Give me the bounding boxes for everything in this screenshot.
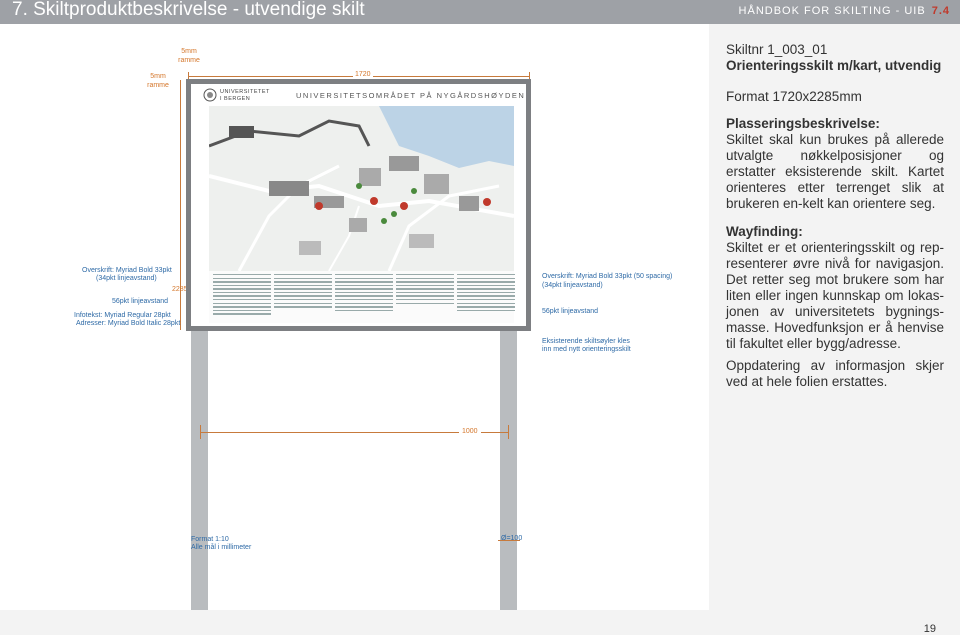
info-column-2 xyxy=(274,274,332,320)
info-line xyxy=(274,295,332,297)
info-column-5 xyxy=(457,274,515,320)
scale-units: Alle mål i millimeter xyxy=(191,544,252,551)
left-annotation-linespacing: 56pkt linjeavstand xyxy=(112,298,169,305)
info-column-4 xyxy=(396,274,454,320)
info-line xyxy=(335,284,393,287)
info-line xyxy=(335,295,393,297)
info-line xyxy=(396,299,454,301)
info-line xyxy=(457,288,515,290)
info-line xyxy=(457,295,515,297)
info-line xyxy=(213,306,271,308)
info-line xyxy=(213,309,271,312)
footer-bar xyxy=(0,610,960,635)
left-annotation-spacing: (34pkt linjeavstand) xyxy=(96,275,157,282)
right-annotation-spacing: (34pkt linjeavstand) xyxy=(542,282,603,289)
info-text-area xyxy=(209,271,515,323)
info-column-1 xyxy=(213,274,271,320)
sign-type: Orienteringsskilt m/kart, utvendig xyxy=(726,58,942,73)
info-line xyxy=(335,274,393,276)
campus-map-drawing xyxy=(208,106,515,272)
sign-face: UNIVERSITETET I BERGEN UNIVERSITETSOMRÅD… xyxy=(191,84,526,326)
info-line xyxy=(274,288,332,290)
logo-line-2: I BERGEN xyxy=(220,96,251,102)
info-line xyxy=(274,302,332,305)
info-line xyxy=(457,299,515,301)
info-line xyxy=(396,295,454,297)
info-line xyxy=(396,274,454,276)
info-line xyxy=(213,284,271,287)
info-line xyxy=(274,284,332,287)
info-line xyxy=(274,299,332,301)
info-line xyxy=(457,281,515,283)
sign-title: UNIVERSITETSOMRÅDET PÅ NYGÅRDSHØYDEN xyxy=(296,91,526,100)
info-line xyxy=(457,291,515,294)
section-number: 7.4 xyxy=(931,5,950,17)
right-annotation-heading: Overskrift: Myriad Bold 33pkt (50 spacin… xyxy=(542,273,673,280)
info-line xyxy=(396,288,454,290)
wayfinding-text: Skiltet er et orienteringsskilt og rep-r… xyxy=(726,240,944,351)
info-line xyxy=(335,281,393,283)
right-annotation-linespacing: 56pkt linjeavstand xyxy=(542,308,599,315)
leg-tick-right xyxy=(508,425,509,439)
width-label: 1720 xyxy=(353,70,373,79)
info-line xyxy=(274,306,332,308)
info-line xyxy=(213,302,271,305)
placement-text: Skiltet skal kun brukes på allerede utva… xyxy=(726,132,944,211)
info-line xyxy=(274,281,332,283)
right-annotation-posts-2: inn med nytt orienteringsskilt xyxy=(542,346,631,353)
placement-heading: Plasseringsbeskrivelse: xyxy=(726,116,880,131)
info-line xyxy=(396,281,454,283)
left-post xyxy=(191,331,208,610)
info-line xyxy=(213,281,271,283)
info-line xyxy=(335,302,393,305)
right-post xyxy=(500,331,517,610)
info-line xyxy=(396,277,454,279)
info-line xyxy=(213,291,271,294)
info-line xyxy=(335,291,393,294)
info-line xyxy=(274,291,332,294)
info-line xyxy=(457,306,515,308)
info-line xyxy=(335,277,393,279)
info-line xyxy=(213,313,271,315)
campus-map xyxy=(208,106,515,272)
wayfinding-heading: Wayfinding: xyxy=(726,224,803,239)
info-line xyxy=(335,306,393,308)
info-line xyxy=(457,284,515,287)
orientation-sign: UNIVERSITETET I BERGEN UNIVERSITETSOMRÅD… xyxy=(186,79,531,331)
info-column-3 xyxy=(335,274,393,320)
info-line xyxy=(274,274,332,276)
info-line xyxy=(213,274,271,276)
frame-annotation-top: 5mm ramme xyxy=(178,48,200,64)
info-line xyxy=(274,277,332,279)
info-line xyxy=(396,284,454,287)
post-diameter-label: Ø=100 xyxy=(501,535,523,542)
handbook-title: HÅNDBOK FOR SKILTING - UIB xyxy=(738,5,926,17)
handbook-label: HÅNDBOK FOR SKILTING - UIB 7.4 xyxy=(739,5,950,17)
logo-line-1: UNIVERSITETET xyxy=(220,89,270,95)
page-title: 7. Skiltproduktbeskrivelse - utvendige s… xyxy=(12,0,365,20)
info-line xyxy=(213,295,271,297)
info-line xyxy=(213,288,271,290)
update-text: Oppdatering av informasjon skjer ved at … xyxy=(726,358,944,389)
info-line xyxy=(457,302,515,305)
university-seal-icon xyxy=(203,88,217,102)
university-logo-text: UNIVERSITETET I BERGEN xyxy=(220,89,270,103)
info-line xyxy=(457,274,515,276)
info-line xyxy=(335,299,393,301)
info-line xyxy=(396,302,454,305)
info-line xyxy=(335,309,393,312)
info-line xyxy=(213,277,271,279)
info-line xyxy=(457,309,515,312)
info-line xyxy=(335,288,393,290)
sign-number: Skiltnr 1_003_01 xyxy=(726,42,828,57)
left-annotation-addresses: Adresser: Myriad Bold Italic 28pkt xyxy=(76,320,181,327)
leg-spacing-label: 1000 xyxy=(459,427,481,436)
frame-annotation-left: 5mm ramme xyxy=(147,73,169,89)
sign-format: Format 1720x2285mm xyxy=(726,89,862,104)
page-number: 19 xyxy=(923,623,936,635)
info-line xyxy=(396,291,454,294)
info-line xyxy=(213,299,271,301)
info-line xyxy=(457,277,515,279)
